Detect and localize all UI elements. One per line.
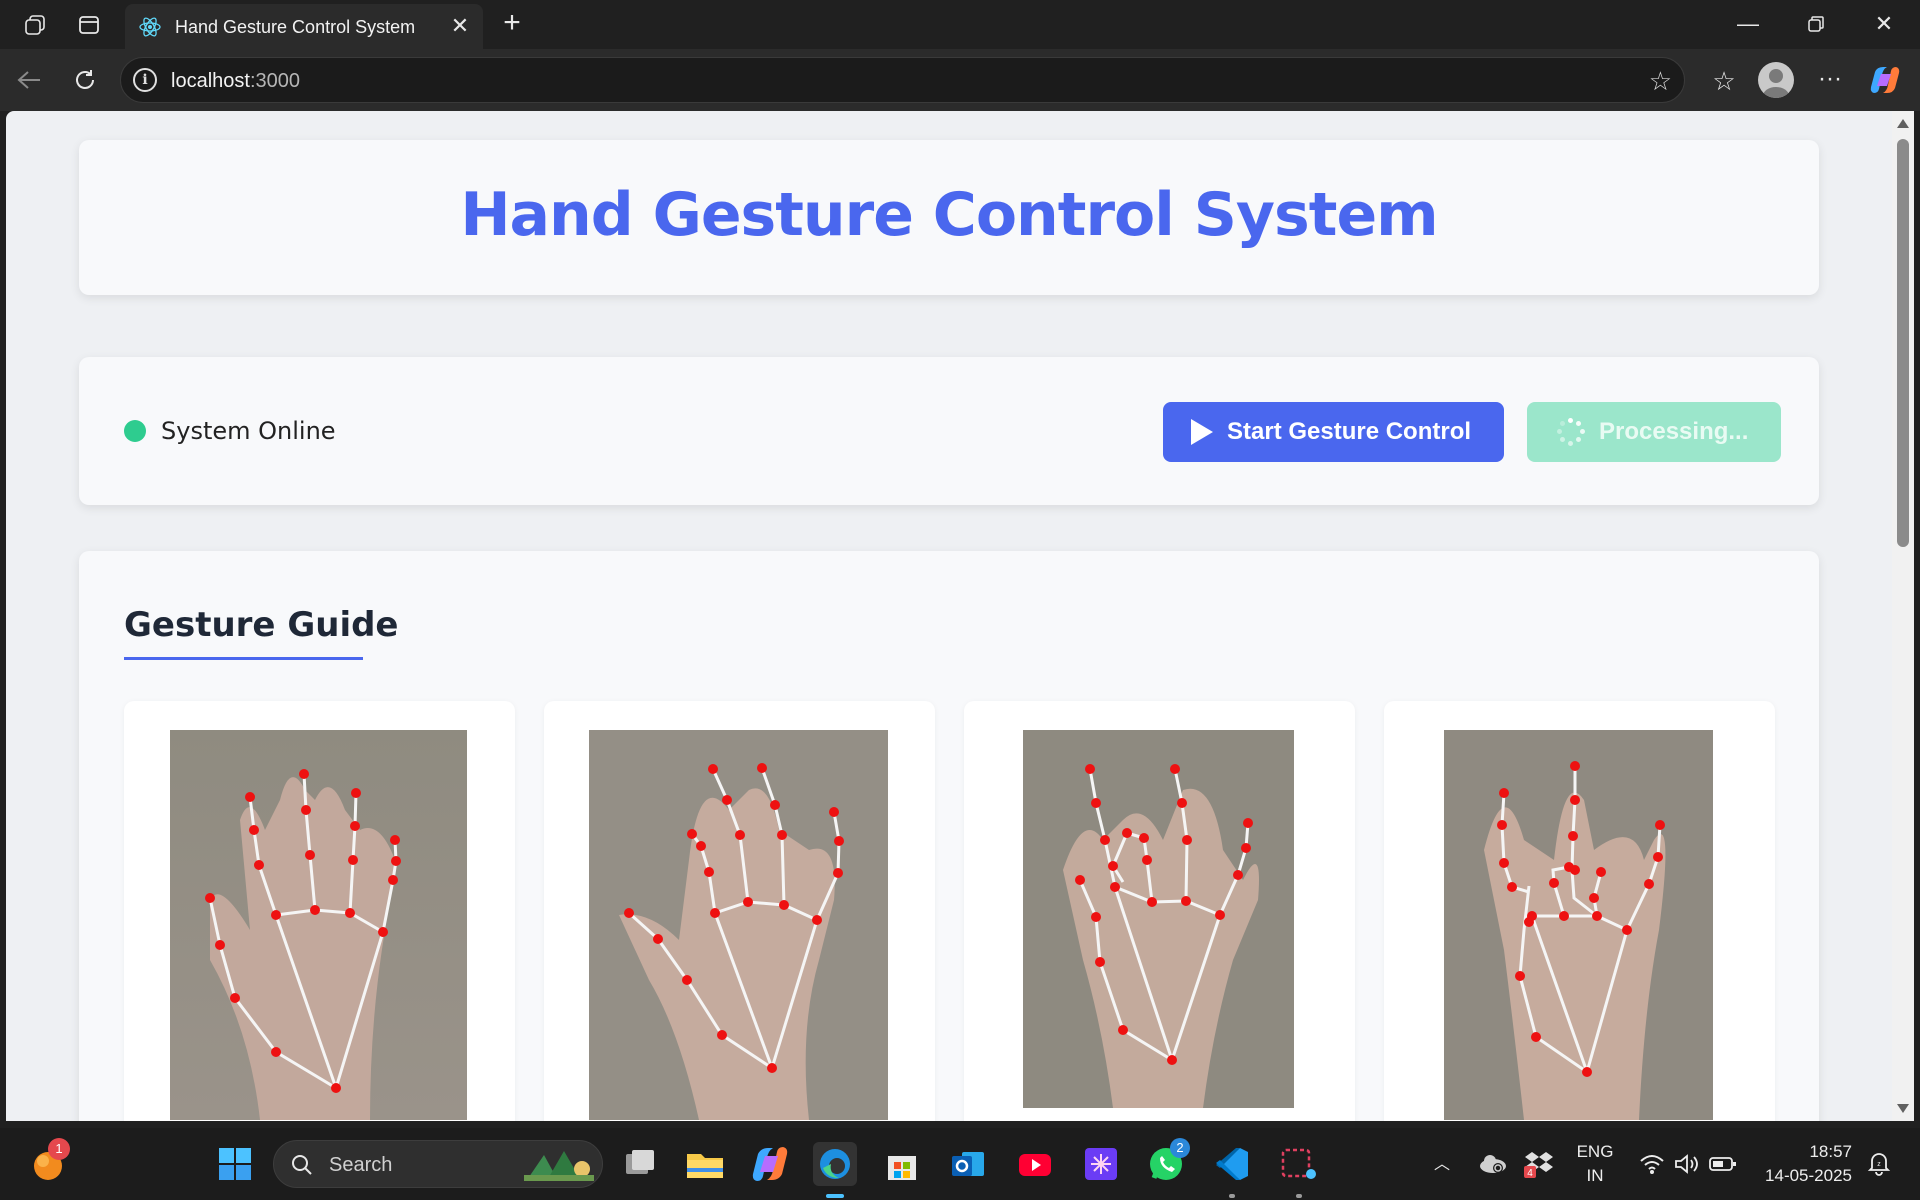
guide-title-underline [124,657,363,660]
gesture-image-pinch-index [589,730,888,1120]
region-code: IN [1586,1166,1604,1185]
copilot-icon[interactable] [1868,63,1902,97]
vscode-icon[interactable] [1210,1142,1254,1186]
browser-tabstrip: Hand Gesture Control System ✕ + — ✕ [0,0,1920,49]
microsoft-store-icon[interactable] [880,1142,924,1186]
clock-time: 18:57 [1809,1142,1852,1161]
status-text: System Online [161,417,336,445]
start-gesture-control-button[interactable]: Start Gesture Control [1163,402,1504,462]
control-panel: System Online Start Gesture Control Proc… [79,357,1819,505]
site-info-icon[interactable]: i [133,68,157,92]
gesture-card [964,701,1355,1121]
processing-button-label: Processing... [1599,418,1749,445]
play-icon [1191,419,1213,445]
react-icon [139,17,161,37]
taskbar-search[interactable]: Search [273,1140,603,1188]
svg-text:4: 4 [1527,1168,1533,1179]
new-tab-icon[interactable]: + [497,6,527,39]
gesture-card [1384,701,1775,1121]
url-text: localhost:3000 [171,70,300,92]
copilot-app-icon[interactable] [748,1142,792,1186]
minimize-icon[interactable]: — [1724,6,1772,42]
task-view-icon[interactable] [618,1142,662,1186]
open-app-indicator [1296,1194,1302,1198]
restore-icon[interactable] [1792,6,1840,42]
windows-start-icon[interactable] [213,1142,257,1186]
clock-date: 14-05-2025 [1765,1166,1852,1185]
browser-toolbar: i localhost:3000 ☆ ☆ ··· [0,49,1920,111]
gesture-card [544,701,935,1121]
page-viewport: Hand Gesture Control System System Onlin… [6,111,1892,1121]
refresh-icon[interactable] [70,65,100,95]
onedrive-icon[interactable] [1476,1146,1510,1180]
page-title: Hand Gesture Control System [460,180,1438,250]
gesture-image-pinch-middle [1023,730,1294,1108]
notification-badge: 1 [48,1138,70,1160]
wifi-icon[interactable] [1638,1150,1666,1178]
volume-icon[interactable] [1672,1150,1700,1178]
language-indicator[interactable]: ENG IN [1570,1140,1620,1188]
header-card: Hand Gesture Control System [79,140,1819,295]
browser-tab-active[interactable]: Hand Gesture Control System ✕ [125,4,483,49]
language-code: ENG [1576,1142,1614,1161]
gesture-image-open-palm [170,730,467,1120]
perplexity-icon[interactable] [1079,1142,1123,1186]
address-bar[interactable]: i localhost:3000 ☆ [120,57,1685,103]
profile-avatar-icon[interactable] [1758,62,1794,98]
search-highlight-icon [524,1151,594,1181]
youtube-icon[interactable] [1013,1142,1057,1186]
edge-browser-icon[interactable] [813,1142,857,1186]
clock[interactable]: 18:57 14-05-2025 [1752,1140,1852,1188]
scroll-down-icon[interactable] [1897,1104,1909,1113]
gesture-image-pinch-ring [1444,730,1713,1120]
tab-actions-icon[interactable] [74,10,104,40]
notifications-icon[interactable]: z [1864,1148,1894,1178]
dropbox-icon[interactable]: 4 [1522,1146,1556,1180]
search-icon [292,1155,312,1175]
close-tab-icon[interactable]: ✕ [447,13,473,39]
snipping-tool-icon[interactable] [1277,1142,1321,1186]
taskbar: 1 Search 2 ︿ 4 ENG IN 18:57 14-05-2025 z [0,1128,1920,1200]
favorites-icon[interactable]: ☆ [1708,65,1740,97]
favorite-star-icon[interactable]: ☆ [1649,66,1672,97]
guide-title: Gesture Guide [124,605,399,645]
workspaces-icon[interactable] [20,10,50,40]
start-button-label: Start Gesture Control [1227,418,1472,445]
processing-button[interactable]: Processing... [1527,402,1781,462]
svg-text:z: z [1877,1161,1881,1168]
page-scrollbar[interactable] [1892,111,1914,1121]
more-options-icon[interactable]: ··· [1814,63,1846,95]
battery-icon[interactable] [1708,1150,1738,1178]
tab-title: Hand Gesture Control System [175,17,416,37]
close-window-icon[interactable]: ✕ [1860,6,1908,42]
scroll-thumb[interactable] [1897,139,1909,547]
gesture-guide-section: Gesture Guide [79,551,1819,1121]
status-indicator [124,420,146,442]
search-placeholder: Search [329,1154,393,1176]
open-app-indicator [1229,1194,1235,1198]
whatsapp-badge: 2 [1170,1138,1190,1158]
spinner-icon [1557,418,1585,446]
gesture-card [124,701,515,1121]
outlook-icon[interactable] [946,1142,990,1186]
active-app-indicator [826,1194,844,1198]
back-icon[interactable] [14,65,44,95]
file-explorer-icon[interactable] [683,1142,727,1186]
show-hidden-icons-icon[interactable]: ︿ [1430,1150,1454,1174]
scroll-up-icon[interactable] [1897,119,1909,128]
